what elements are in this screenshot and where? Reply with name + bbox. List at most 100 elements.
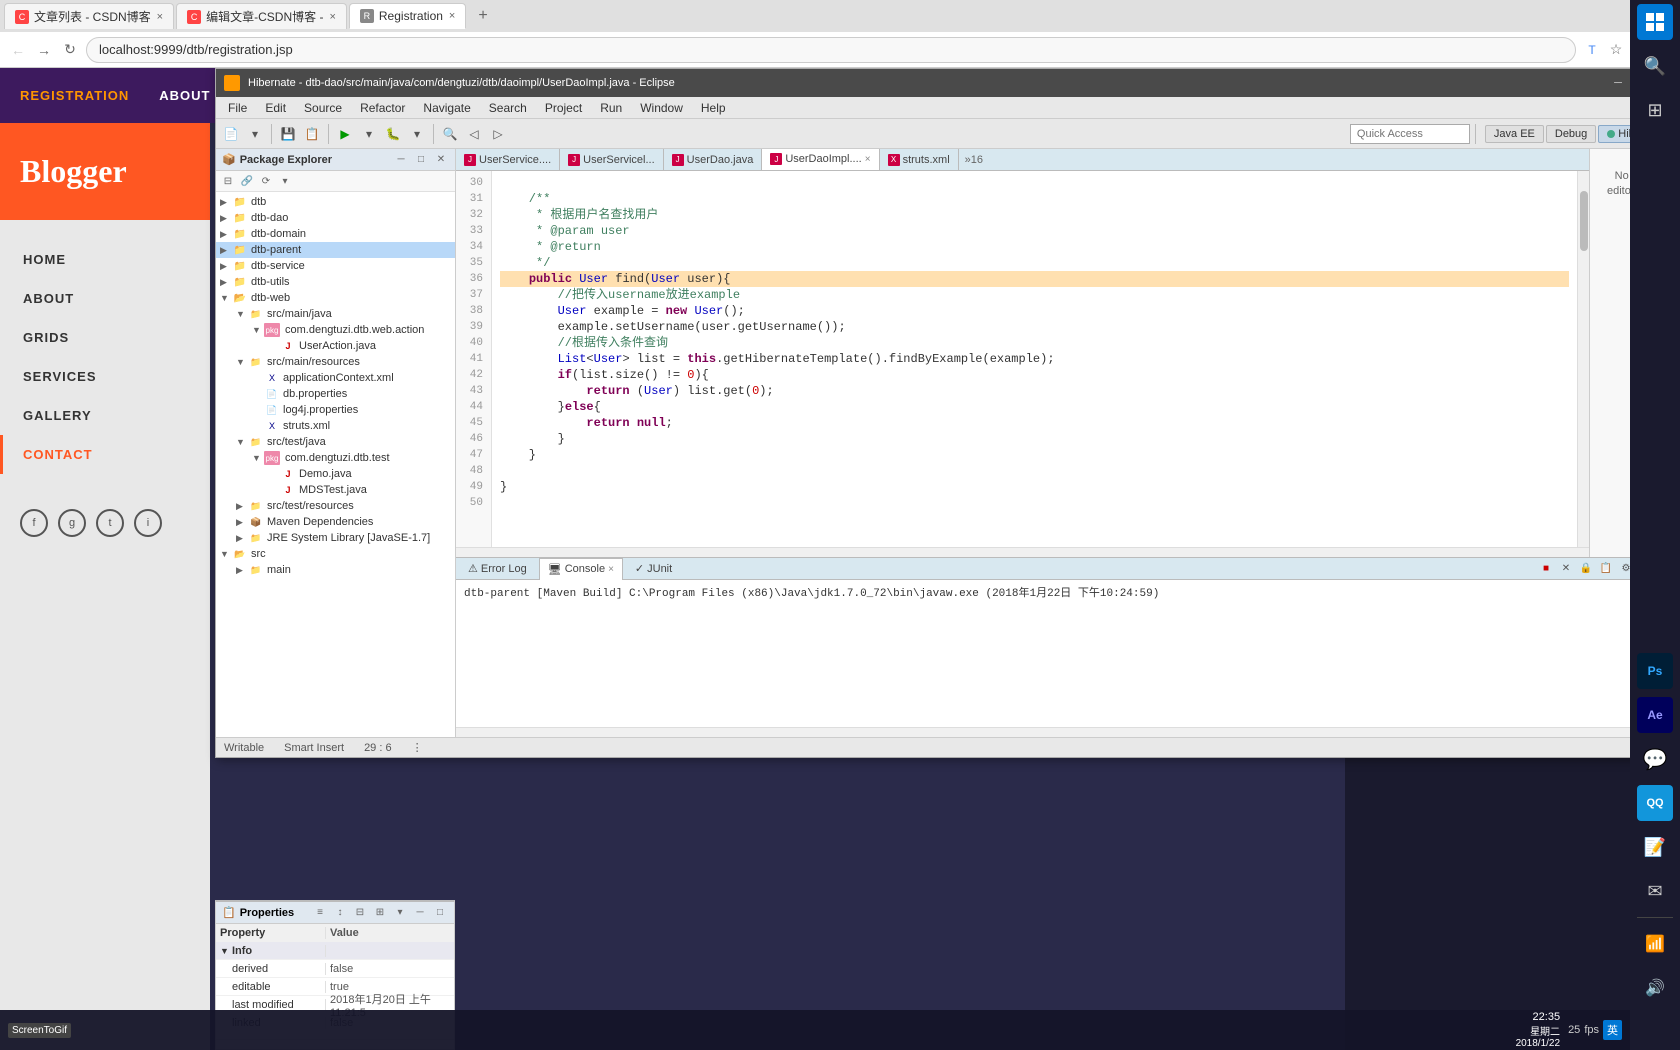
address-input[interactable] xyxy=(86,37,1576,63)
console-content[interactable]: dtb-parent [Maven Build] C:\Program File… xyxy=(456,580,1679,727)
tree-src-test-res[interactable]: ▶ 📁 src/test/resources xyxy=(216,498,455,514)
console-clear-btn[interactable]: ✕ xyxy=(1557,560,1575,578)
tree-jre[interactable]: ▶ 📁 JRE System Library [JavaSE-1.7] xyxy=(216,530,455,546)
win-start-btn[interactable] xyxy=(1637,4,1673,40)
tree-dtb-dao[interactable]: ▶ 📁 dtb-dao xyxy=(216,210,455,226)
pe-collapse-btn[interactable]: ⊟ xyxy=(220,173,236,189)
sidebar-services[interactable]: SERVICES xyxy=(0,357,210,396)
toolbar-debug-dropdown[interactable]: ▾ xyxy=(406,123,428,145)
tree-src-main-java[interactable]: ▼ 📁 src/main/java xyxy=(216,306,455,322)
tree-dtb-service[interactable]: ▶ 📁 dtb-service xyxy=(216,258,455,274)
browser-tab-3[interactable]: R Registration × xyxy=(349,3,466,29)
editor-tab-userdaoimpl[interactable]: J UserDaoImpl.... × xyxy=(762,149,879,171)
editor-tab-struts[interactable]: X struts.xml xyxy=(880,149,959,171)
pe-menu-btn[interactable]: ▾ xyxy=(277,173,293,189)
sidebar-gallery[interactable]: GALLERY xyxy=(0,396,210,435)
tree-main[interactable]: ▶ 📁 main xyxy=(216,562,455,578)
tree-dtb-domain[interactable]: ▶ 📁 dtb-domain xyxy=(216,226,455,242)
tree-dtb-test[interactable]: ▼ pkg com.dengtuzi.dtb.test xyxy=(216,450,455,466)
tree-src[interactable]: ▼ 📂 src xyxy=(216,546,455,562)
browser-tab-2[interactable]: C 编辑文章-CSDN博客 - × xyxy=(176,3,347,29)
refresh-button[interactable]: ↻ xyxy=(60,40,80,60)
ae-icon[interactable]: Ae xyxy=(1637,697,1673,733)
props-toolbar-1[interactable]: ≡ xyxy=(312,905,328,921)
facebook-icon[interactable]: f xyxy=(20,509,48,537)
props-minimize-btn[interactable]: ─ xyxy=(412,905,428,921)
tab-close-3[interactable]: × xyxy=(449,10,455,22)
menu-navigate[interactable]: Navigate xyxy=(415,97,478,119)
props-toolbar-5[interactable]: ▾ xyxy=(392,905,408,921)
tree-db-props[interactable]: ▶ 📄 db.properties xyxy=(216,386,455,402)
console-scrollbar-h[interactable] xyxy=(456,727,1679,737)
toolbar-search-btn[interactable]: 🔍 xyxy=(439,123,461,145)
editor-tab-userservicel[interactable]: J UserServicel... xyxy=(560,149,664,171)
twitter-icon[interactable]: t xyxy=(96,509,124,537)
tab-close-1[interactable]: × xyxy=(157,11,163,23)
props-toolbar-3[interactable]: ⊟ xyxy=(352,905,368,921)
menu-run[interactable]: Run xyxy=(592,97,630,119)
quick-access-input[interactable] xyxy=(1350,124,1470,144)
win-taskview-icon[interactable]: ⊞ xyxy=(1637,92,1673,128)
perspective-debug[interactable]: Debug xyxy=(1546,125,1596,143)
forward-button[interactable]: → xyxy=(34,40,54,60)
console-copy-btn[interactable]: 📋 xyxy=(1597,560,1615,578)
tree-dtb[interactable]: ▶ 📁 dtb xyxy=(216,194,455,210)
toolbar-dropdown-btn[interactable]: ▾ xyxy=(244,123,266,145)
toolbar-new-btn[interactable]: 📄 xyxy=(220,123,242,145)
tree-dtb-parent[interactable]: ▶ 📁 dtb-parent xyxy=(216,242,455,258)
tree-src-test-java[interactable]: ▼ 📁 src/test/java xyxy=(216,434,455,450)
email-icon[interactable]: ✉ xyxy=(1637,873,1673,909)
sidebar-grids[interactable]: GRIDS xyxy=(0,318,210,357)
tree-src-main-res[interactable]: ▼ 📁 src/main/resources xyxy=(216,354,455,370)
google-icon[interactable]: g xyxy=(58,509,86,537)
win-search-icon[interactable]: 🔍 xyxy=(1637,48,1673,84)
nav-registration[interactable]: REGISTRATION xyxy=(20,88,129,103)
bookmark-icon[interactable]: ☆ xyxy=(1606,40,1626,60)
toolbar-debug-btn[interactable]: 🐛 xyxy=(382,123,404,145)
editor-tab-close-4[interactable]: × xyxy=(865,154,871,165)
sound-icon[interactable]: 🔊 xyxy=(1637,970,1673,1006)
tree-mds-test[interactable]: ▶ J MDSTest.java xyxy=(216,482,455,498)
console-scroll-lock-btn[interactable]: 🔒 xyxy=(1577,560,1595,578)
taskbar-screentogif[interactable]: ScreenToGif xyxy=(8,1023,71,1038)
toolbar-back-btn[interactable]: ◁ xyxy=(463,123,485,145)
menu-window[interactable]: Window xyxy=(632,97,691,119)
tree-dtb-utils[interactable]: ▶ 📁 dtb-utils xyxy=(216,274,455,290)
tree-maven-deps[interactable]: ▶ 📦 Maven Dependencies xyxy=(216,514,455,530)
back-button[interactable]: ← xyxy=(8,40,28,60)
instagram-icon[interactable]: i xyxy=(134,509,162,537)
tree-dtb-web[interactable]: ▼ 📂 dtb-web xyxy=(216,290,455,306)
editor-tab-userdao[interactable]: J UserDao.java xyxy=(664,149,763,171)
pe-link-btn[interactable]: 🔗 xyxy=(239,173,255,189)
network-icon[interactable]: 📶 xyxy=(1637,926,1673,962)
sidebar-contact[interactable]: CONTACT xyxy=(0,435,210,474)
editor-scrollbar-h[interactable] xyxy=(456,547,1589,557)
tree-web-action[interactable]: ▼ pkg com.dengtuzi.dtb.web.action xyxy=(216,322,455,338)
menu-refactor[interactable]: Refactor xyxy=(352,97,413,119)
toolbar-forward-btn[interactable]: ▷ xyxy=(487,123,509,145)
browser-tab-1[interactable]: C 文章列表 - CSDN博客 × xyxy=(4,3,174,29)
new-tab-button[interactable]: + xyxy=(468,3,497,29)
menu-edit[interactable]: Edit xyxy=(257,97,294,119)
props-toolbar-4[interactable]: ⊞ xyxy=(372,905,388,921)
tab-close-2[interactable]: × xyxy=(329,11,335,23)
tree-app-context[interactable]: ▶ X applicationContext.xml xyxy=(216,370,455,386)
photoshop-icon[interactable]: Ps xyxy=(1637,653,1673,689)
tree-struts-xml[interactable]: ▶ X struts.xml xyxy=(216,418,455,434)
status-more[interactable]: ⋮ xyxy=(412,741,423,754)
sidebar-home[interactable]: HOME xyxy=(0,240,210,279)
pe-close-btn[interactable]: ✕ xyxy=(433,152,449,168)
console-close[interactable]: × xyxy=(608,564,614,575)
wechat-icon[interactable]: 💬 xyxy=(1637,741,1673,777)
tree-user-action[interactable]: ▶ J UserAction.java xyxy=(216,338,455,354)
console-stop-btn[interactable]: ■ xyxy=(1537,560,1555,578)
props-maximize-btn[interactable]: □ xyxy=(432,905,448,921)
taskbar-lang[interactable]: 英 xyxy=(1603,1020,1622,1040)
pe-minimize-btn[interactable]: ─ xyxy=(393,152,409,168)
console-tab-junit[interactable]: ✓ JUnit xyxy=(627,558,680,580)
menu-search[interactable]: Search xyxy=(481,97,535,119)
toolbar-run-dropdown[interactable]: ▾ xyxy=(358,123,380,145)
menu-file[interactable]: File xyxy=(220,97,255,119)
pe-sync-btn[interactable]: ⟳ xyxy=(258,173,274,189)
menu-project[interactable]: Project xyxy=(537,97,590,119)
